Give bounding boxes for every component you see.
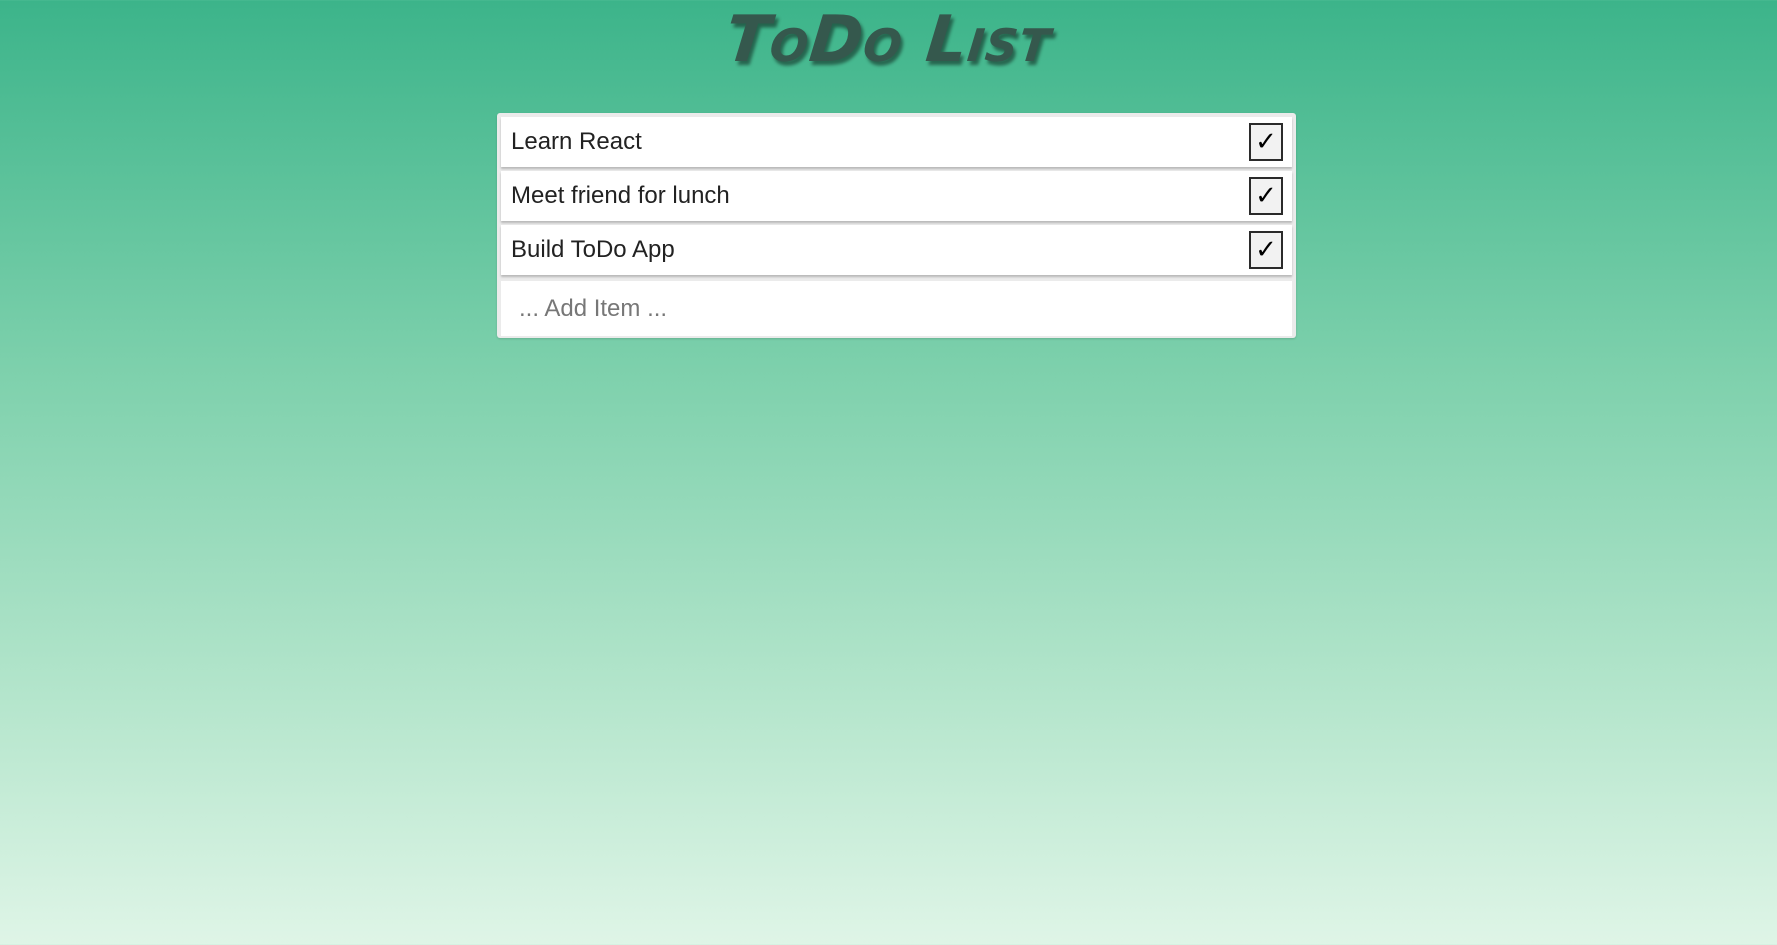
list-item: Learn React ✓ [501,117,1292,167]
checkmark-icon: ✓ [1255,235,1277,265]
page-title: ToDo List [722,3,1055,77]
add-item-row [501,281,1292,336]
complete-button[interactable]: ✓ [1249,123,1283,161]
todo-item-text: Meet friend for lunch [511,182,730,209]
add-item-input[interactable] [517,293,1292,324]
todo-item-text: Learn React [511,128,642,155]
todo-item-text: Build ToDo App [511,236,675,263]
list-item: Build ToDo App ✓ [501,225,1292,275]
checkmark-icon: ✓ [1255,127,1277,157]
complete-button[interactable]: ✓ [1249,177,1283,215]
list-item: Meet friend for lunch ✓ [501,171,1292,221]
todo-list: Learn React ✓ Meet friend for lunch ✓ Bu… [497,113,1296,338]
checkmark-icon: ✓ [1255,181,1277,211]
complete-button[interactable]: ✓ [1249,231,1283,269]
